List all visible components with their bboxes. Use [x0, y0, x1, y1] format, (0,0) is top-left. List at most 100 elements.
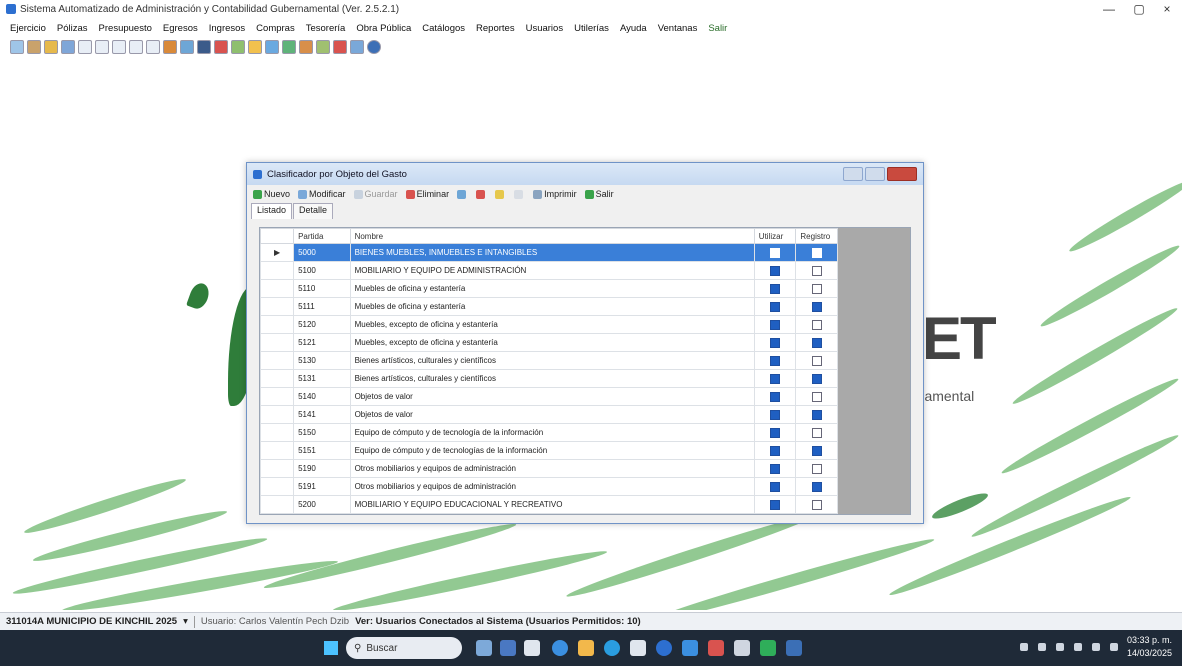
- registro-checkbox[interactable]: [811, 427, 822, 438]
- doc2-icon[interactable]: [95, 40, 109, 54]
- taskbar-app3-icon[interactable]: [682, 640, 698, 656]
- registro-checkbox[interactable]: [811, 301, 822, 312]
- report-icon[interactable]: [163, 40, 177, 54]
- dialog-close-button[interactable]: [887, 167, 917, 181]
- close-button[interactable]: ×: [1152, 0, 1182, 18]
- utilizar-checkbox[interactable]: [770, 247, 781, 258]
- table-row[interactable]: 5210Equipos y aparatos audiovisuales: [260, 513, 838, 514]
- dialog-maximize-button[interactable]: [865, 167, 885, 181]
- taskbar-app5-icon[interactable]: [734, 640, 750, 656]
- menu-utilerias[interactable]: Utilerías: [574, 23, 609, 34]
- menu-catalogos[interactable]: Catálogos: [422, 23, 465, 34]
- column-nombre[interactable]: Nombre: [349, 228, 755, 244]
- table-row[interactable]: 5151 Equipo de cómputo y de tecnologías d…: [260, 441, 838, 460]
- bank-icon[interactable]: [231, 40, 245, 54]
- menu-tesoreria[interactable]: Tesorería: [306, 23, 346, 34]
- key-icon[interactable]: [248, 40, 262, 54]
- menu-ayuda[interactable]: Ayuda: [620, 23, 647, 34]
- window-icon[interactable]: [350, 40, 364, 54]
- taskbar-hp-icon[interactable]: [656, 640, 672, 656]
- utilizar-checkbox[interactable]: [770, 337, 781, 348]
- utilizar-checkbox[interactable]: [770, 445, 781, 456]
- tab-detalle[interactable]: Detalle: [293, 203, 334, 219]
- registro-checkbox[interactable]: [811, 265, 822, 276]
- eliminar-button[interactable]: Eliminar: [405, 189, 449, 199]
- tray-language-icon[interactable]: [1056, 643, 1064, 651]
- clear-filter-button[interactable]: [514, 189, 525, 199]
- table-row[interactable]: 5150 Equipo de cómputo y de tecnología de…: [260, 423, 838, 442]
- taskbar-widgets-icon[interactable]: [476, 640, 492, 656]
- utilizar-checkbox[interactable]: [770, 427, 781, 438]
- status-connected-users-link[interactable]: Ver: Usuarios Conectados al Sistema (Usu…: [355, 616, 641, 627]
- registro-checkbox[interactable]: [811, 337, 822, 348]
- registro-checkbox[interactable]: [811, 409, 822, 420]
- view-button[interactable]: [457, 189, 468, 199]
- taskbar-app1-icon[interactable]: [524, 640, 540, 656]
- utilizar-checkbox[interactable]: [770, 409, 781, 420]
- taskbar-store-icon[interactable]: [630, 640, 646, 656]
- filter-button[interactable]: [495, 189, 506, 199]
- imprimir-button[interactable]: Imprimir: [533, 189, 577, 199]
- table-row[interactable]: 5111 Muebles de oficina y estantería: [260, 297, 838, 316]
- new-icon[interactable]: [10, 40, 24, 54]
- tray-chevron-icon[interactable]: [1020, 643, 1028, 651]
- table-row[interactable]: 5190 Otros mobiliarios y equipos de admin…: [260, 459, 838, 478]
- table-row[interactable]: 5110 Muebles de oficina y estantería: [260, 279, 838, 298]
- tray-app-icon[interactable]: [1038, 643, 1046, 651]
- menu-compras[interactable]: Compras: [256, 23, 295, 34]
- menu-polizas[interactable]: Pólizas: [57, 23, 88, 34]
- taskbar-app6-icon[interactable]: [760, 640, 776, 656]
- table-row[interactable]: 5141 Objetos de valor: [260, 405, 838, 424]
- taskbar-edge-icon[interactable]: [604, 640, 620, 656]
- users-icon[interactable]: [265, 40, 279, 54]
- menu-usuarios[interactable]: Usuarios: [526, 23, 564, 34]
- table-row[interactable]: 5131 Bienes artísticos, culturales y cien…: [260, 369, 838, 388]
- registro-checkbox[interactable]: [811, 373, 822, 384]
- alert-icon[interactable]: [333, 40, 347, 54]
- table-row[interactable]: 5200 MOBILIARIO Y EQUIPO EDUCACIONAL Y RE…: [260, 495, 838, 514]
- minimize-button[interactable]: —: [1094, 0, 1124, 18]
- doc4-icon[interactable]: [129, 40, 143, 54]
- registro-checkbox[interactable]: [811, 499, 822, 510]
- table-row[interactable]: 5191 Otros mobiliarios y equipos de admin…: [260, 477, 838, 496]
- menu-reportes[interactable]: Reportes: [476, 23, 515, 34]
- nuevo-button[interactable]: Nuevo: [253, 189, 290, 199]
- utilizar-checkbox[interactable]: [770, 283, 781, 294]
- registro-checkbox[interactable]: [811, 463, 822, 474]
- doc-icon[interactable]: [78, 40, 92, 54]
- chart-icon[interactable]: [214, 40, 228, 54]
- menu-ventanas[interactable]: Ventanas: [658, 23, 698, 34]
- registro-checkbox[interactable]: [811, 283, 822, 294]
- tray-volume-icon[interactable]: [1092, 643, 1100, 651]
- registro-checkbox[interactable]: [811, 247, 822, 258]
- table-row[interactable]: 5100 MOBILIARIO Y EQUIPO DE ADMINISTRACIÓ…: [260, 261, 838, 280]
- tray-wifi-icon[interactable]: [1074, 643, 1082, 651]
- tray-battery-icon[interactable]: [1110, 643, 1118, 651]
- settings-icon[interactable]: [180, 40, 194, 54]
- taskbar-app4-icon[interactable]: [708, 640, 724, 656]
- guardar-button[interactable]: Guardar: [353, 189, 398, 199]
- menu-ingresos[interactable]: Ingresos: [209, 23, 245, 34]
- tab-listado[interactable]: Listado: [251, 203, 293, 219]
- salir-button[interactable]: Salir: [584, 189, 614, 199]
- taskbar-app7-icon[interactable]: [786, 640, 802, 656]
- registro-checkbox[interactable]: [811, 391, 822, 402]
- table-row[interactable]: ▶ 5000 BIENES MUEBLES, INMUEBLES E INTANGI…: [260, 243, 838, 262]
- utilizar-checkbox[interactable]: [770, 265, 781, 276]
- registro-checkbox[interactable]: [811, 319, 822, 330]
- utilizar-checkbox[interactable]: [770, 301, 781, 312]
- taskbar-explorer-icon[interactable]: [578, 640, 594, 656]
- stop-button[interactable]: [476, 189, 487, 199]
- export-icon[interactable]: [299, 40, 313, 54]
- taskbar-taskview-icon[interactable]: [500, 640, 516, 656]
- policy-icon[interactable]: [44, 40, 58, 54]
- taskbar-clock[interactable]: 03:33 p. m. 14/03/2025: [1127, 634, 1172, 660]
- modificar-button[interactable]: Modificar: [298, 189, 346, 199]
- taskbar-app2-icon[interactable]: [552, 640, 568, 656]
- table-row[interactable]: 5121 Muebles, excepto de oficina y estant…: [260, 333, 838, 352]
- dialog-minimize-button[interactable]: [843, 167, 863, 181]
- status-dropdown-icon[interactable]: ▾: [183, 616, 188, 627]
- windows-start-icon[interactable]: [324, 641, 338, 655]
- utilizar-checkbox[interactable]: [770, 463, 781, 474]
- registro-checkbox[interactable]: [811, 355, 822, 366]
